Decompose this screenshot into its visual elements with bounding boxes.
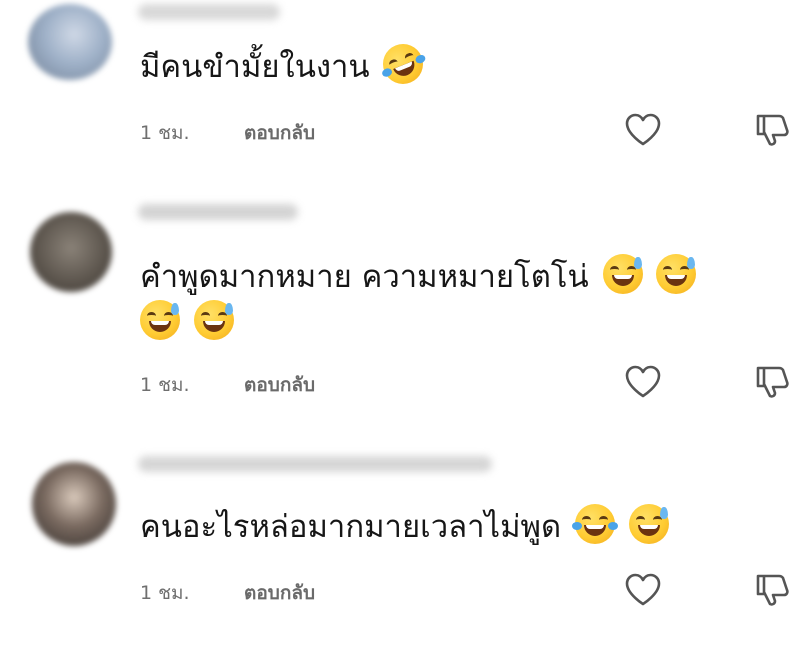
- like-button[interactable]: [623, 570, 663, 610]
- comment-meta: 1 ชม. ตอบกลับ: [140, 578, 315, 608]
- grinning-face-with-sweat-emoji: [628, 504, 669, 544]
- comment-text: คนอะไรหล่อมากมายเวลาไม่พูด: [140, 504, 669, 550]
- avatar[interactable]: [32, 462, 116, 546]
- reply-button[interactable]: ตอบกลับ: [244, 582, 315, 604]
- dislike-button[interactable]: [752, 570, 792, 610]
- timestamp: 1 ชม.: [140, 582, 190, 604]
- heart-outline-icon: [625, 573, 661, 606]
- thumbs-down-outline-icon: [756, 574, 789, 606]
- username[interactable]: [138, 456, 492, 472]
- comment-body: คนอะไรหล่อมากมายเวลาไม่พูด: [140, 509, 562, 545]
- comment-item: คนอะไรหล่อมากมายเวลาไม่พูด 1 ชม. ตอบกลับ: [0, 0, 800, 666]
- face-with-tears-of-joy-emoji: [571, 504, 618, 544]
